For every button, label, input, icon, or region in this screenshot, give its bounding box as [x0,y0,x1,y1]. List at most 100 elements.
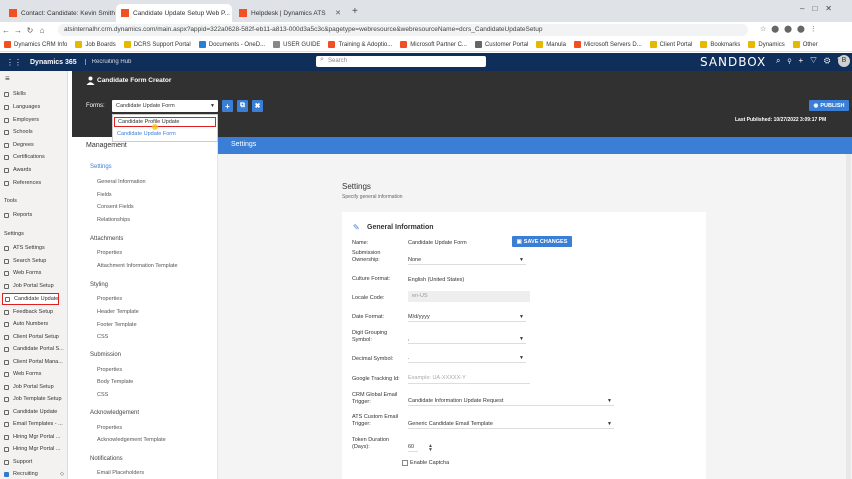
settings-tab[interactable]: Settings [231,141,256,148]
scrollbar[interactable] [846,154,851,479]
add-form-button[interactable]: + [222,100,233,112]
nav-item-awards[interactable]: Awards [4,165,64,175]
nav-item-feedback-setup[interactable]: Feedback Setup [4,307,64,317]
forms-select[interactable]: Candidate Update Form ▼ [112,100,218,112]
nav-item-search-setup[interactable]: Search Setup [4,256,64,266]
stepper-icon[interactable]: ▲ ▼ [428,444,433,453]
menu-styling-css[interactable]: CSS [97,334,108,340]
menu-relationships[interactable]: Relationships [97,217,130,223]
nav-item-schools[interactable]: Schools [4,127,64,137]
hamburger-icon[interactable]: ≡ [5,74,10,83]
new-tab-button[interactable]: + [352,6,358,17]
nav-item-skills[interactable]: Skills [4,89,64,99]
menu-submission-css[interactable]: CSS [97,392,108,398]
name-value[interactable]: Candidate Update Form [408,240,467,246]
menu-styling-properties[interactable]: Properties [97,296,122,302]
nav-item-ats-settings[interactable]: ATS Settings [4,243,64,253]
save-changes-button[interactable]: ▣ SAVE CHANGES [512,236,572,247]
nav-item-candidate-update-2[interactable]: Candidate Update [4,407,64,417]
decimal-symbol-select[interactable]: . ▼ [408,355,526,363]
section-settings[interactable]: Settings [90,164,112,170]
waffle-icon[interactable]: ⋮⋮ [6,58,22,67]
nav-item-certifications[interactable]: Certifications [4,152,64,162]
global-search-input[interactable]: Search [316,56,486,67]
nav-item-email-templates[interactable]: Email Templates - ... [4,419,64,429]
dropdown-option[interactable]: Candidate Update Form [117,131,176,137]
back-icon[interactable]: ← [0,26,12,35]
browser-tab[interactable]: Helpdesk | Dynamics ATS ✕ [234,4,346,22]
area-switcher[interactable]: Recruiting ◇ [4,469,64,479]
menu-footer-template[interactable]: Footer Template [97,322,137,328]
nav-item-candidate-update[interactable]: Candidate Update [2,293,59,305]
nav-item-auto-numbers[interactable]: Auto Numbers [4,319,64,329]
menu-consent-fields[interactable]: Consent Fields [97,204,134,210]
nav-item-degrees[interactable]: Degrees [4,140,64,150]
nav-item-reports[interactable]: Reports [4,210,64,220]
close-tab-icon[interactable]: ✕ [230,9,232,17]
forward-icon[interactable]: → [12,26,24,35]
menu-general-information[interactable]: General Information [97,179,146,185]
menu-submission-properties[interactable]: Properties [97,367,122,373]
browser-tab-active[interactable]: Candidate Update Setup Web P... ✕ [116,4,232,22]
menu-fields[interactable]: Fields [97,192,112,198]
date-format-select[interactable]: M/d/yyyy ▼ [408,314,526,322]
home-icon[interactable]: ⌂ [36,26,48,35]
nav-item-references[interactable]: References [4,178,64,188]
bookmark[interactable]: Dynamics [748,41,785,48]
ats-trigger-select[interactable]: Generic Candidate Email Template ▼ [408,421,614,429]
app-name[interactable]: Dynamics 365 [30,59,77,66]
browser-tab[interactable]: Contact: Candidate: Kevin Smith ✕ [4,4,116,22]
bookmark[interactable]: Microsoft Partner C... [400,41,467,48]
nav-item-hiring-mgr-portal[interactable]: Hiring Mgr Portal ... [4,432,64,442]
window-controls[interactable]: –□✕ [800,4,840,13]
nav-item-hiring-mgr-portal-2[interactable]: Hiring Mgr Portal ... [4,444,64,454]
nav-item-candidate-portal[interactable]: Candidate Portal S... [4,344,64,354]
bookmark[interactable]: Bookmarks [700,41,740,48]
nav-item-languages[interactable]: Languages [4,102,64,112]
publish-button[interactable]: ◉ PUBLISH [809,100,849,111]
menu-attachment-template[interactable]: Attachment Information Template [97,263,178,269]
culture-format-value[interactable]: English (United States) [408,277,464,283]
avatar[interactable]: B [838,55,850,67]
section-submission[interactable]: Submission [90,352,121,358]
bookmark[interactable]: Dynamics CRM Info [4,41,67,48]
nav-item-web-forms-2[interactable]: Web Forms [4,369,64,379]
menu-ack-properties[interactable]: Properties [97,425,122,431]
nav-item-support[interactable]: Support [4,457,64,467]
menu-body-template[interactable]: Body Template [97,379,133,385]
bookmark[interactable]: Microsoft Servers D... [573,41,642,48]
bookmark[interactable]: Documents - OneD... [198,41,265,48]
section-notifications[interactable]: Notifications [90,456,123,462]
reload-icon[interactable]: ↻ [24,26,36,35]
nav-item-client-portal-setup[interactable]: Client Portal Setup [4,332,64,342]
close-tab-icon[interactable]: ✕ [331,9,341,17]
menu-header-template[interactable]: Header Template [97,309,139,315]
url-field[interactable]: atsinternalhr.crm.dynamics.com/main.aspx… [58,24,748,36]
delete-form-button[interactable]: ✖ [252,100,263,112]
digit-grouping-select[interactable]: , ▼ [408,336,526,344]
menu-ack-template[interactable]: Acknowledgement Template [97,437,166,443]
section-acknowledgement[interactable]: Acknowledgement [90,410,139,416]
menu-email-placeholders[interactable]: Email Placeholders [97,470,144,476]
enable-captcha-checkbox[interactable] [402,460,408,466]
hub-name[interactable]: Recruiting Hub [84,59,131,65]
nav-item-job-portal-setup-2[interactable]: Job Portal Setup [4,382,64,392]
nav-item-job-portal-setup[interactable]: Job Portal Setup [4,281,64,291]
dropdown-option[interactable]: Candidate Profile Update [114,117,216,127]
locale-code-input[interactable]: en-US [408,291,530,302]
bookmark[interactable]: Training & Adoptio... [328,41,392,48]
bookmark[interactable]: USER GUIDE [273,41,320,48]
menu-attachments-properties[interactable]: Properties [97,250,122,256]
nav-item-employers[interactable]: Employers [4,115,64,125]
copy-form-button[interactable]: ⧉ [237,100,248,112]
bookmark[interactable]: Client Portal [649,41,692,48]
nav-item-job-template-setup[interactable]: Job Template Setup [4,394,64,404]
bookmark[interactable]: Manula [536,41,566,48]
bookmark[interactable]: Customer Portal [474,41,528,48]
google-tracking-input[interactable]: Example: UA-XXXXX-Y [408,373,530,384]
bookmark[interactable]: Job Boards [75,41,116,48]
section-attachments[interactable]: Attachments [90,236,123,242]
nav-item-client-portal-mana[interactable]: Client Portal Mana... [4,357,64,367]
token-duration-input[interactable]: 60 [408,444,418,452]
extension-icons[interactable]: ☆⬤⬤⬤⋮ [760,25,822,33]
